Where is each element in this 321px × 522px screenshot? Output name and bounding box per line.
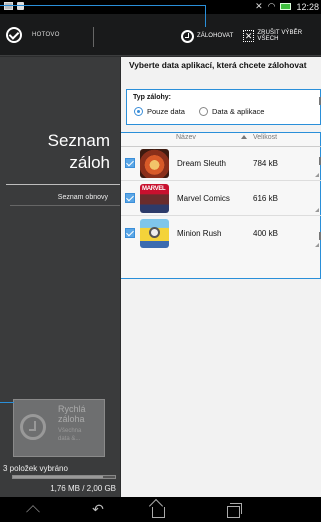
notification-icon	[4, 2, 13, 10]
app-name: Marvel Comics	[177, 194, 230, 203]
storage-progress-bar	[12, 475, 116, 479]
storage-usage: 1,76 MB / 2,00 GB	[50, 484, 116, 493]
table-row[interactable]: MARVEL Marvel Comics 616 kB	[121, 182, 321, 216]
page-title: Vyberte data aplikací, která chcete zálo…	[129, 60, 307, 70]
app-size: 784 kB	[253, 159, 278, 168]
navigation-bar: ↶	[0, 497, 321, 522]
sidebar-title-line1: Seznam	[47, 131, 110, 150]
sort-ascending-icon[interactable]	[241, 135, 247, 139]
row-divider	[121, 215, 321, 216]
app-table: Název Velikost Dream Sleuth 784 kB MARVE…	[121, 132, 321, 279]
row-checkbox[interactable]	[125, 193, 135, 203]
radio-data-only-label[interactable]: Pouze data	[147, 107, 185, 116]
column-header-size[interactable]: Velikost	[253, 134, 277, 141]
backup-icon	[181, 29, 194, 43]
row-corner-icon	[315, 208, 319, 212]
quick-backup-subtitle-line2: data &...	[58, 436, 81, 442]
quick-backup-title: Rychlá záloha	[58, 404, 104, 424]
deselect-icon: ✕	[243, 30, 255, 42]
marvel-comics-icon: MARVEL	[140, 184, 169, 213]
sidebar-title-line2: záloh	[69, 153, 110, 172]
app-size: 616 kB	[253, 194, 278, 203]
quick-backup-title-line2: záloha	[58, 414, 85, 424]
quick-backup-subtitle-line1: Všechna	[58, 428, 82, 434]
table-row[interactable]: Dream Sleuth 784 kB	[121, 147, 321, 181]
cancel-selection-button[interactable]: ✕ ZRUŠIT VÝBĚR VŠECH	[243, 27, 321, 45]
quick-backup-icon	[20, 414, 46, 440]
backup-label: ZÁLOHOVAT	[197, 33, 234, 39]
callout-line	[0, 5, 206, 6]
screen: ✕ ◠ 12:28 HOTOVO ZÁLOHOVAT ✕ ZRUŠIT VÝBĚ…	[0, 0, 321, 522]
table-header: Název Velikost	[121, 133, 321, 147]
radio-data-and-apps[interactable]	[198, 107, 208, 116]
sidebar: Seznam záloh Seznam obnovy Rychlá záloha…	[0, 57, 120, 497]
app-name: Dream Sleuth	[177, 159, 226, 168]
backup-type-box: Typ zálohy: Pouze data Data & aplikace	[126, 89, 321, 125]
backup-type-options: Pouze data Data & aplikace	[134, 107, 264, 116]
document-icon	[17, 2, 24, 10]
cancel-selection-label: ZRUŠIT VÝBĚR VŠECH	[257, 30, 303, 42]
radio-data-and-apps-label[interactable]: Data & aplikace	[212, 107, 265, 116]
sidebar-divider	[10, 205, 120, 206]
battery-icon	[280, 3, 292, 10]
marvel-logo-text: MARVEL	[142, 186, 166, 192]
done-label: HOTOVO	[32, 32, 60, 38]
backup-button[interactable]: ZÁLOHOVAT	[181, 27, 233, 45]
sidebar-divider	[6, 184, 120, 185]
app-size: 400 kB	[253, 229, 278, 238]
callout-line	[205, 5, 206, 27]
quick-backup-title-line1: Rychlá	[58, 404, 86, 414]
sidebar-title[interactable]: Seznam záloh	[48, 130, 110, 174]
done-button[interactable]: HOTOVO	[6, 25, 60, 45]
row-checkbox[interactable]	[125, 158, 135, 168]
wifi-icon: ◠	[267, 1, 276, 11]
row-checkbox[interactable]	[125, 228, 135, 238]
column-header-name[interactable]: Název	[176, 134, 196, 141]
status-time: 12:28	[296, 1, 319, 12]
app-name: Minion Rush	[177, 229, 222, 238]
callout-line	[0, 402, 14, 403]
table-row[interactable]: Minion Rush 400 kB	[121, 217, 321, 251]
status-bar: ✕ ◠ 12:28	[0, 0, 321, 14]
backup-type-label: Typ zálohy:	[133, 94, 171, 101]
radio-data-only[interactable]	[134, 107, 143, 116]
row-corner-icon	[315, 243, 319, 247]
silent-icon: ✕	[255, 1, 263, 11]
selected-count: 3 položek vybráno	[3, 464, 68, 473]
status-right: ✕ ◠ 12:28	[255, 1, 319, 12]
main-panel: Vyberte data aplikací, která chcete zálo…	[121, 57, 321, 497]
minion-goggle	[149, 227, 160, 238]
home-icon[interactable]	[146, 502, 170, 518]
check-circle-icon	[6, 27, 22, 43]
action-bar: HOTOVO ZÁLOHOVAT ✕ ZRUŠIT VÝBĚR VŠECH	[0, 14, 321, 56]
row-divider	[121, 180, 321, 181]
dream-sleuth-icon	[140, 149, 169, 178]
recent-apps-icon[interactable]	[222, 502, 246, 518]
row-corner-icon	[315, 173, 319, 177]
up-icon[interactable]	[22, 502, 46, 518]
quick-backup-subtitle: Všechna data &...	[58, 427, 104, 443]
quick-backup-tile[interactable]: Rychlá záloha Všechna data &...	[13, 399, 105, 457]
storage-progress-fill	[13, 476, 103, 478]
sidebar-item-restore-list[interactable]: Seznam obnovy	[58, 194, 108, 201]
action-bar-divider	[93, 27, 94, 47]
status-left	[4, 2, 24, 10]
minion-rush-icon	[140, 219, 169, 248]
back-icon[interactable]: ↶	[86, 502, 110, 518]
